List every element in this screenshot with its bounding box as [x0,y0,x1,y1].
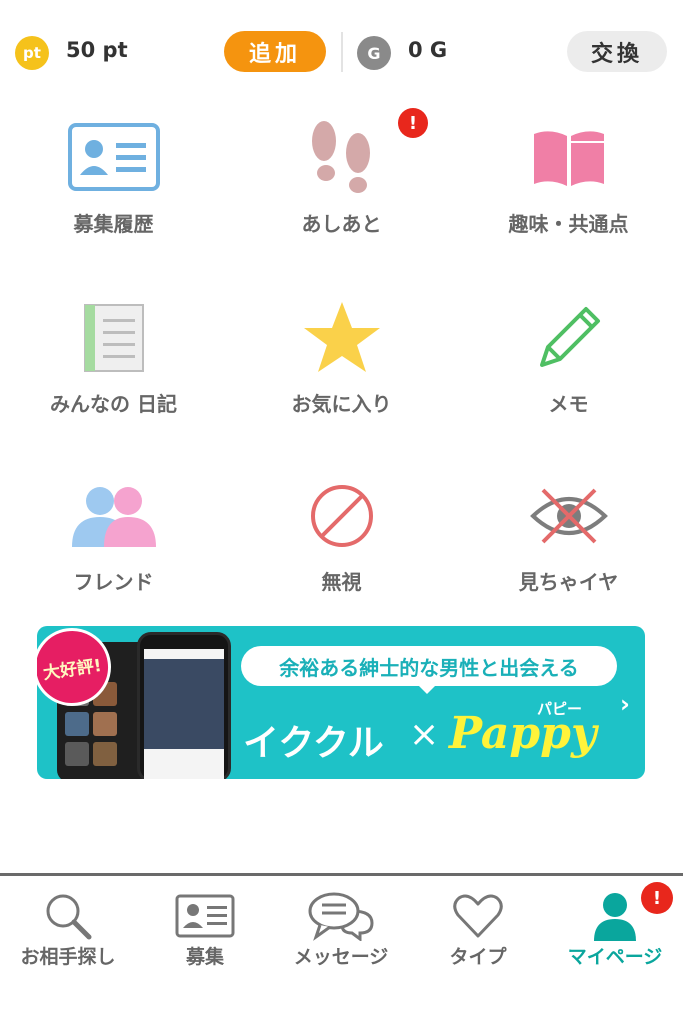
menu-item-label: お気に入り [291,392,392,416]
menu-item-label: みんなの 日記 [50,392,177,416]
pappy-promo-banner[interactable]: 大好評! 余裕ある紳士的な男性と出会える イククル × Pappy パピー › [37,626,645,779]
nav-item-label: マイページ [567,946,663,968]
chat-bubbles-icon [306,890,376,942]
nav-item-label: メッセージ [293,946,389,968]
menu-item-recruit-history[interactable]: 募集履歴 [0,104,227,274]
menu-item-label: 募集履歴 [73,212,154,236]
notification-badge: ! [641,882,673,914]
menu-item-label: あしあと [301,212,382,236]
bubble-tail [417,684,437,694]
exchange-button[interactable]: 交換 [567,31,667,72]
add-points-button[interactable]: 追加 [224,31,326,72]
nav-item-recruit[interactable]: 募集 [137,876,273,986]
footprints-icon [292,118,392,198]
id-card-icon [64,118,164,198]
menu-item-block-view[interactable]: 見ちゃイヤ [455,462,682,632]
nav-item-label: タイプ [449,946,507,968]
nav-item-label: 募集 [185,946,224,968]
notification-badge: ! [398,108,428,138]
nav-item-type[interactable]: タイプ [410,876,546,986]
top-bar: pt 50 pt 追加 G 0 G 交換 [0,0,683,104]
person-icon [580,890,650,942]
menu-item-hobbies[interactable]: 趣味・共通点 [455,104,682,274]
menu-item-footprints[interactable]: ! あしあと [228,104,455,274]
menu-item-memo[interactable]: メモ [455,284,682,454]
gold-coin-icon: G [357,36,391,70]
menu-item-diary[interactable]: みんなの 日記 [0,284,227,454]
open-book-icon [519,118,619,198]
menu-item-label: フレンド [73,570,154,594]
eye-crossed-icon [519,476,619,556]
friends-icon [64,476,164,556]
point-balance: 50 pt [66,38,128,62]
gold-balance: 0 G [408,38,448,62]
brand-pappy-ruby: パピー [537,700,583,718]
prohibited-icon [292,476,392,556]
menu-item-label: メモ [548,392,589,416]
star-icon [292,298,392,378]
divider [341,32,343,72]
point-coin-icon: pt [15,36,49,70]
heart-icon [443,890,513,942]
pencil-icon [519,298,619,378]
phone-mockup-image [137,632,231,779]
nav-item-messages[interactable]: メッセージ [273,876,409,986]
menu-item-label: 無視 [321,570,362,594]
menu-item-label: 見ちゃイヤ [518,570,619,594]
menu-item-label: 趣味・共通点 [508,212,629,236]
menu-item-ignore[interactable]: 無視 [228,462,455,632]
banner-headline: 余裕ある紳士的な男性と出会える [241,646,617,686]
chevron-right-icon: › [620,690,630,718]
brand-cross: × [409,714,440,755]
bottom-navigation: お相手探し 募集 メッセージ タイプ ! マイページ [0,873,683,1024]
id-card-icon [170,890,240,942]
brand-ikukuru: イククル [243,723,384,764]
search-icon [33,890,103,942]
menu-item-friends[interactable]: フレンド [0,462,227,632]
nav-item-mypage[interactable]: ! マイページ [547,876,683,986]
notebook-icon [64,298,164,378]
menu-item-favorites[interactable]: お気に入り [228,284,455,454]
nav-item-search[interactable]: お相手探し [0,876,136,986]
nav-item-label: お相手探し [20,946,116,968]
